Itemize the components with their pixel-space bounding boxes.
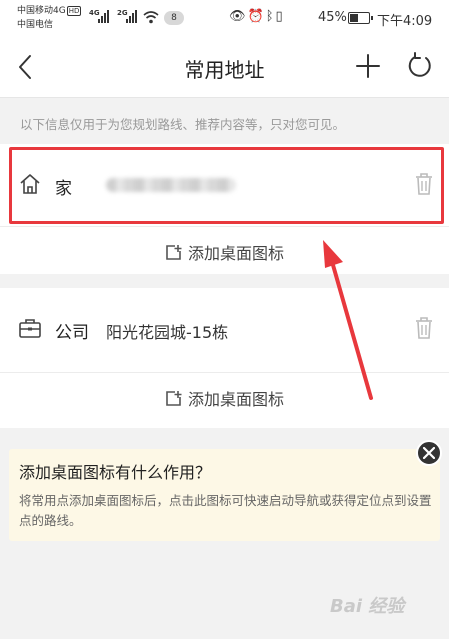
tip-body: 将常用点添加桌面图标后，点击此图标可快速启动导航或获得定位点到设置点的路线。 <box>19 493 432 528</box>
home-label: 家 <box>55 179 72 199</box>
status-bar: 中国移动4G HD 中国电信 4G 2G 8 👁⏰ᛒ▯ 45% 下午4:09 <box>0 0 449 36</box>
company-address-text: 阳光花园城-15栋 <box>106 323 229 342</box>
company-add-desktop-icon-button[interactable]: 添加桌面图标 <box>0 373 449 421</box>
carrier-primary: 中国移动4G HD <box>17 6 82 16</box>
signal-strength-icon <box>98 10 109 23</box>
tip-card: 添加桌面图标有什么作用？ 将常用点添加桌面图标后，点击此图标可快速启动导航或获得… <box>9 449 440 541</box>
plus-icon <box>356 54 380 78</box>
tip-title: 添加桌面图标有什么作用？ <box>19 463 212 482</box>
system-icons: 👁⏰ᛒ▯ <box>229 9 285 24</box>
home-address-redacted <box>106 178 236 192</box>
navigation-bar: 常用地址 <box>0 36 449 98</box>
add-desktop-icon-label: 添加桌面图标 <box>187 390 284 409</box>
wifi-icon <box>143 11 159 24</box>
notification-count-badge: 8 <box>164 11 184 25</box>
eye-icon: 👁 <box>229 9 248 24</box>
vibrate-icon: ▯ <box>275 9 285 24</box>
company-label: 公司 <box>55 323 89 343</box>
home-add-desktop-icon-button[interactable]: 添加桌面图标 <box>0 227 449 275</box>
add-desktop-icon-label: 添加桌面图标 <box>187 244 284 263</box>
home-address-row[interactable]: 家 <box>0 144 449 226</box>
trash-icon[interactable] <box>414 316 434 340</box>
briefcase-icon <box>19 319 41 338</box>
watermark: Bai 经验 <box>330 596 405 617</box>
status-time: 下午4:09 <box>377 14 433 29</box>
bluetooth-icon: ᛒ <box>265 9 276 24</box>
tip-close-button[interactable] <box>416 440 442 466</box>
signal-strength-icon-2 <box>126 10 137 23</box>
home-address-card: 家 添加桌面图标 <box>0 144 449 274</box>
refresh-button[interactable] <box>405 51 435 81</box>
battery-level-fill <box>350 14 358 22</box>
trash-icon[interactable] <box>414 172 434 196</box>
add-shortcut-icon <box>166 244 182 260</box>
carrier-secondary: 中国电信 <box>17 20 54 30</box>
home-icon <box>20 174 40 194</box>
battery-percentage: 45% <box>318 10 347 25</box>
add-address-button[interactable] <box>354 52 382 80</box>
alarm-icon: ⏰ <box>247 9 266 24</box>
company-address-row[interactable]: 公司 阳光花园城-15栋 <box>0 288 449 372</box>
battery-icon <box>348 12 373 24</box>
refresh-icon <box>408 52 431 77</box>
close-icon <box>423 447 435 459</box>
add-shortcut-icon <box>166 390 182 406</box>
company-address-card: 公司 阳光花园城-15栋 添加桌面图标 <box>0 288 449 428</box>
privacy-info-text: 以下信息仅用于为您规划路线、推荐内容等，只对您可见。 <box>20 117 346 132</box>
